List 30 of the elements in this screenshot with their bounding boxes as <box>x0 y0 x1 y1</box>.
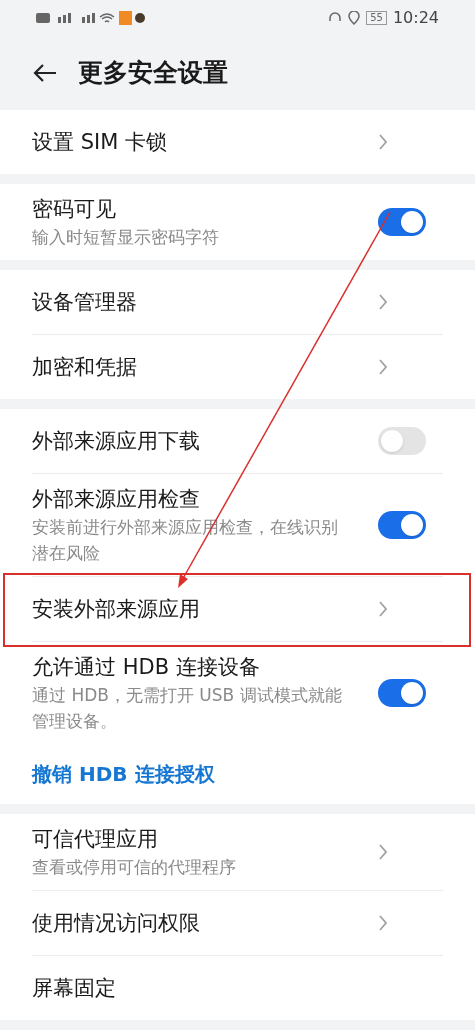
setting-label: 外部来源应用检查 <box>32 486 201 513</box>
setting-label: 可信代理应用 <box>32 826 159 853</box>
location-icon <box>348 11 361 25</box>
page-title: 更多安全设置 <box>78 57 228 90</box>
back-icon[interactable] <box>32 63 58 83</box>
chevron-icon <box>378 358 388 376</box>
setting-label: 安装外部来源应用 <box>32 596 201 623</box>
chevron-icon <box>378 600 388 618</box>
setting-label: 外部来源应用下载 <box>32 428 201 455</box>
setting-description: 查看或停用可信的代理程序 <box>32 856 237 879</box>
toggle-switch[interactable] <box>378 427 426 455</box>
setting-description: 通过 HDB，无需打开 USB 调试模式就能管理设备。 <box>32 684 343 733</box>
toggle-switch[interactable] <box>378 511 426 539</box>
setting-label: 设备管理器 <box>32 289 138 316</box>
toggle-switch[interactable] <box>378 679 426 707</box>
setting-description: 输入时短暂显示密码字符 <box>32 226 220 249</box>
setting-label: 允许通过 HDB 连接设备 <box>32 654 261 681</box>
toggle-switch[interactable] <box>378 208 426 236</box>
setting-label: 加密和凭据 <box>32 354 138 381</box>
chevron-icon <box>378 133 388 151</box>
battery-level: 55 <box>366 11 387 25</box>
setting-label: 密码可见 <box>32 196 117 223</box>
chevron-icon <box>378 843 388 861</box>
clock: 10:24 <box>392 7 439 29</box>
setting-label: 屏幕固定 <box>32 975 117 1002</box>
setting-label: 设置 SIM 卡锁 <box>32 129 168 156</box>
chevron-icon <box>378 914 388 932</box>
chevron-icon <box>378 293 388 311</box>
setting-label: 使用情况访问权限 <box>32 910 201 937</box>
revoke-link[interactable]: 撤销 HDB 连接授权 <box>32 760 215 788</box>
